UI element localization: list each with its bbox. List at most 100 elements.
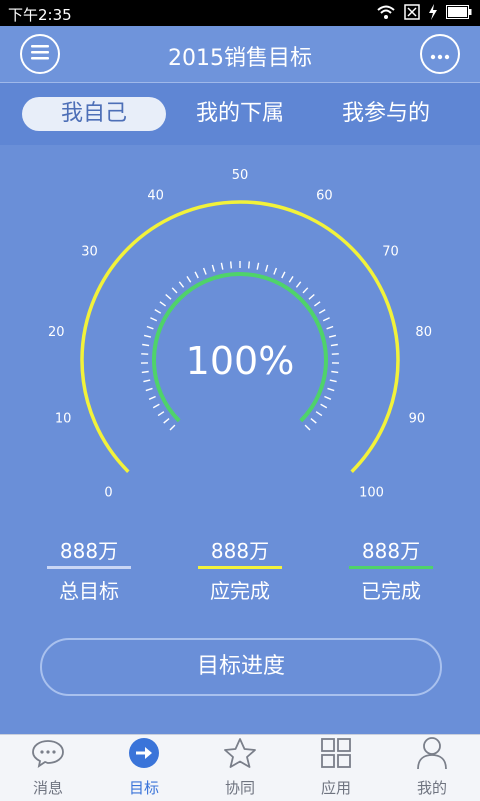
gauge-tick [150,318,156,321]
nav-apps[interactable]: 应用 [288,735,384,801]
gauge-scale-label: 20 [48,325,65,340]
stat-total-line [47,566,131,569]
gauge-tick [303,288,308,293]
gauge-tick [179,282,183,288]
more-icon [430,45,450,64]
gauge-scale-label: 70 [382,245,399,260]
battery-icon [446,5,472,23]
gauge-percent: 100% [186,339,295,383]
stat-total-value: 888万 [34,536,144,566]
gauge-tick [331,345,338,346]
gauge-tick [142,345,149,346]
status-icons [376,4,472,24]
gauge-tick [321,404,327,407]
grid-icon [320,737,352,773]
gauge-tick [314,302,320,306]
stat-done-value: 888万 [336,536,446,566]
gauge-tick [158,412,164,416]
stats-row: 888万 总目标 888万 应完成 888万 已完成 [0,536,480,606]
target-progress-button[interactable]: 目标进度 [40,638,442,696]
bottom-nav: 消息 目标 协同 应用 我的 [0,734,480,801]
gauge-tick [212,265,214,272]
gauge-tick [329,335,336,337]
message-icon [31,738,65,772]
gauge-tick [142,372,149,373]
nav-target-label: 目标 [96,777,192,798]
gauge-tick [170,425,175,430]
gauge-scale-label: 10 [55,412,72,427]
gauge-tick [249,261,250,268]
gauge-tick [289,276,293,282]
gauge-tick [316,412,322,416]
star-icon [223,737,257,773]
gauge-scale-label: 40 [147,188,164,203]
gauge-tick [274,268,277,275]
gauge-scale-label: 90 [409,412,426,427]
gauge-tick [266,265,268,272]
gauge: 0102030405060708090100 100% [0,146,480,526]
gauge-tick [257,263,258,270]
wifi-icon [376,4,396,24]
nav-messages-label: 消息 [0,777,96,798]
gauge-tick [143,380,150,382]
stat-should-label: 应完成 [185,575,295,604]
nav-collab[interactable]: 协同 [192,735,288,801]
stat-total-label: 总目标 [34,575,144,604]
person-icon [416,736,448,774]
gauge-tick [204,268,207,275]
gauge-tick [328,388,335,390]
page-title: 2015销售目标 [0,40,480,72]
stat-done-label: 已完成 [336,575,446,604]
gauge-tick [149,397,156,400]
gauge-tick [187,276,191,282]
gauge-graphic: 0102030405060708090100 100% [0,146,480,526]
stat-should: 888万 应完成 [185,536,295,604]
nav-apps-label: 应用 [288,777,384,798]
gauge-scale-label: 50 [232,168,249,183]
nav-mine-label: 我的 [384,777,480,798]
gauge-tick [309,295,314,300]
tab-participating[interactable]: 我参与的 [322,97,450,131]
nav-target[interactable]: 目标 [96,735,192,801]
status-bar: 下午2:35 [0,0,480,26]
gauge-tick [331,372,338,373]
gauge-tick [296,282,300,288]
charging-icon [428,4,438,24]
gauge-tick [160,302,166,306]
gauge-scale-label: 60 [316,188,333,203]
header-bar: 2015销售目标 [0,26,480,82]
tab-myself[interactable]: 我自己 [22,97,166,131]
gauge-scale-label: 80 [415,325,432,340]
tab-subordinates[interactable]: 我的下属 [176,97,304,131]
gauge-scale-label: 0 [104,486,112,501]
tab-bar: 我自己 我的下属 我参与的 [0,83,480,145]
gauge-tick [327,327,334,329]
more-button[interactable] [420,34,460,74]
gauge-tick [164,419,169,424]
gauge-tick [146,388,153,390]
gauge-tick [155,310,161,314]
gauge-tick [221,263,222,270]
gauge-tick [324,397,331,400]
stat-done-line [349,566,433,569]
gauge-tick [144,335,151,337]
signal-icon [404,4,420,24]
nav-messages[interactable]: 消息 [0,735,96,801]
gauge-tick [330,380,337,382]
gauge-tick [172,288,177,293]
nav-mine[interactable]: 我的 [384,735,480,801]
gauge-tick [305,425,310,430]
gauge-tick [166,295,171,300]
stat-should-line [198,566,282,569]
gauge-tick [195,272,198,278]
gauge-tick [319,310,325,314]
nav-collab-label: 协同 [192,777,288,798]
stat-done: 888万 已完成 [336,536,446,604]
gauge-tick [323,318,329,321]
gauge-tick [147,327,154,329]
status-time: 下午2:35 [8,4,72,25]
gauge-tick [311,419,316,424]
gauge-tick [282,272,285,278]
gauge-scale-labels: 0102030405060708090100 [48,168,432,501]
target-arrow-icon [128,737,160,773]
